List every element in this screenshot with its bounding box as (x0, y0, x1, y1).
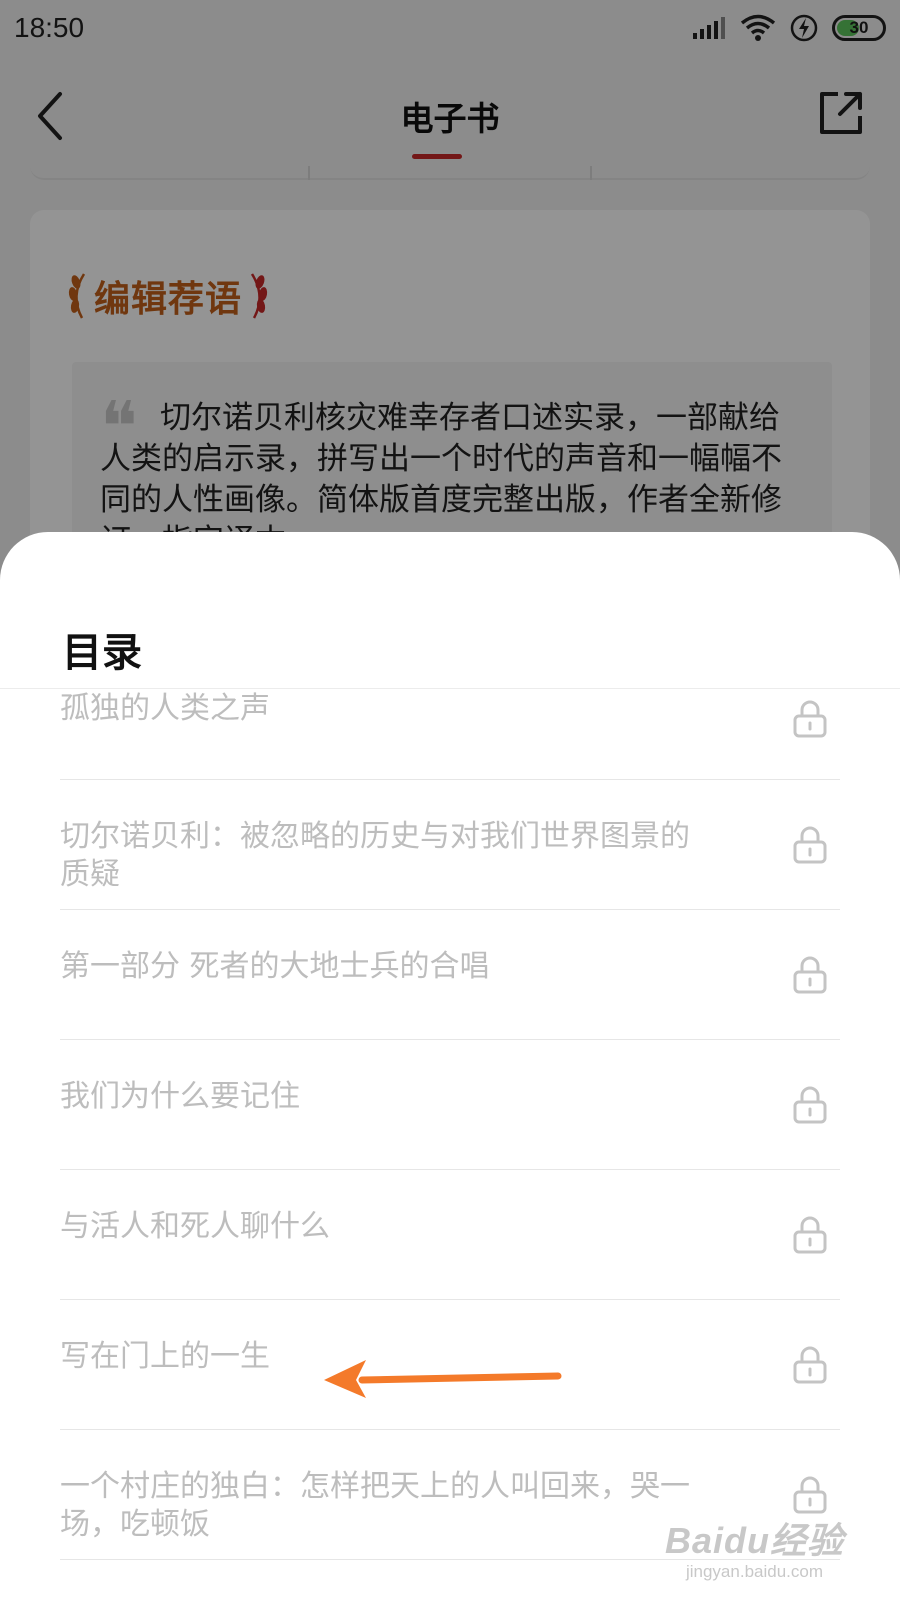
lock-icon (793, 700, 827, 738)
toc-item[interactable]: 第一部分 死者的大地士兵的合唱 (60, 910, 840, 1040)
lock-icon (793, 1476, 827, 1514)
toc-item[interactable]: 孤独的人类之声 (60, 688, 840, 780)
toc-item[interactable]: 我们为什么要记住 (60, 1040, 840, 1170)
toc-item-label: 切尔诺贝利：被忽略的历史与对我们世界图景的质疑 (60, 819, 690, 892)
annotation-arrow-icon (324, 1360, 562, 1398)
lock-icon (793, 956, 827, 994)
toc-item-label: 我们为什么要记住 (60, 1079, 300, 1114)
toc-item-label: 一个村庄的独白：怎样把天上的人叫回来，哭一场，吃顿饭 (60, 1469, 690, 1542)
toc-item-label: 孤独的人类之声 (60, 691, 270, 726)
toc-list: 孤独的人类之声 切尔诺贝利：被忽略的历史与对我们世界图景的质疑 第一部分 死者的… (60, 688, 840, 1560)
watermark: Baidu经验 jingyan.baidu.com (665, 1512, 844, 1582)
toc-item-label: 与活人和死人聊什么 (60, 1209, 330, 1244)
toc-item[interactable]: 切尔诺贝利：被忽略的历史与对我们世界图景的质疑 (60, 780, 840, 910)
watermark-domain: jingyan.baidu.com (685, 1562, 823, 1581)
toc-item[interactable]: 与活人和死人聊什么 (60, 1170, 840, 1300)
toc-title: 目录 (62, 630, 142, 676)
battery-level: 30 (849, 18, 869, 37)
toc-item-label: 第一部分 死者的大地士兵的合唱 (60, 949, 490, 984)
lock-icon (793, 1216, 827, 1254)
toc-bottom-sheet: 目录 孤独的人类之声 切尔诺贝利：被忽略的历史与对我们世界图景的质疑 第一部分 … (0, 532, 900, 1600)
lock-icon (793, 826, 827, 864)
watermark-brand: Baidu经验 (664, 1520, 844, 1561)
lock-icon (793, 1086, 827, 1124)
lock-icon (793, 1346, 827, 1384)
